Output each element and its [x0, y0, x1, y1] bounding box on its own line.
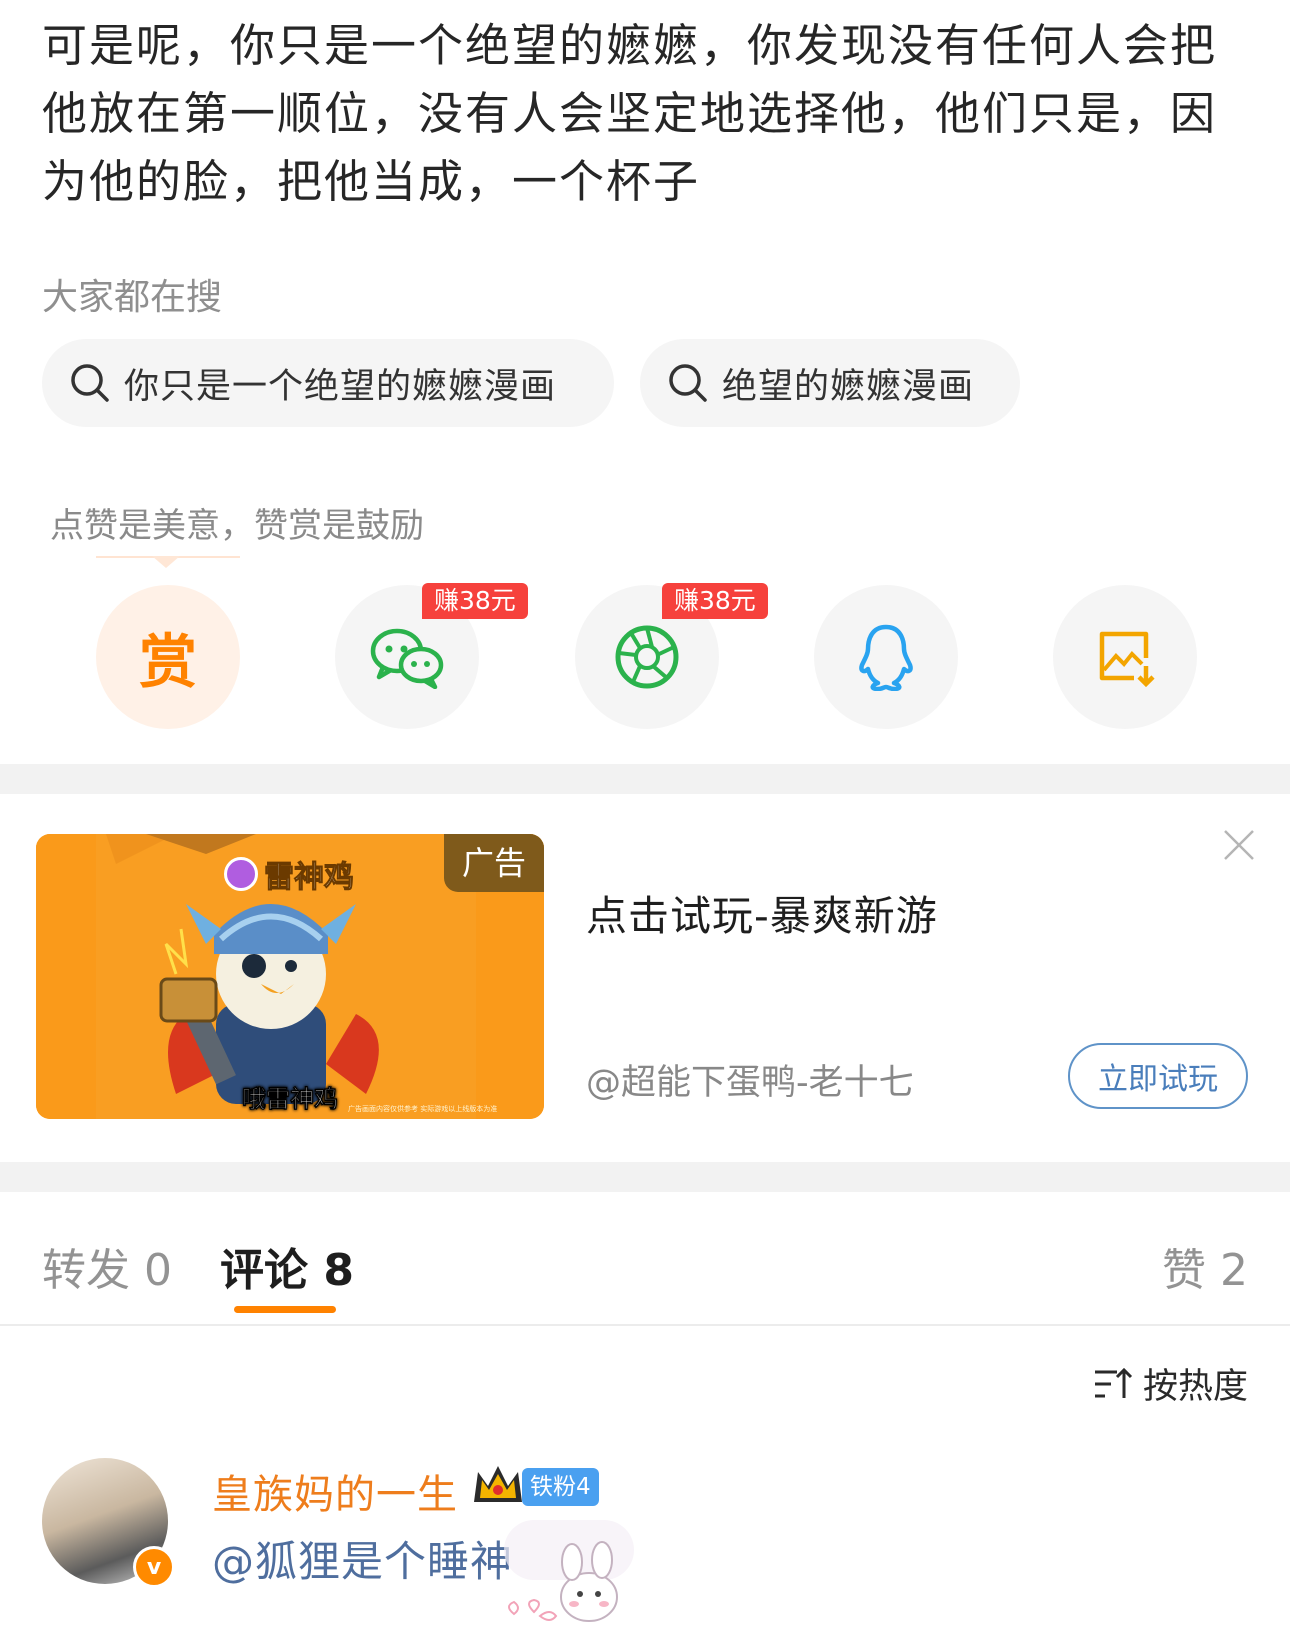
verified-badge-icon: v	[133, 1546, 175, 1588]
ad-image[interactable]: 雷神鸡 广告 哦雷神鸡 广告画面内容仅供参考 实际游戏以上线版本为准	[36, 834, 544, 1119]
save-image-button[interactable]	[1053, 585, 1197, 729]
section-separator	[0, 1162, 1290, 1192]
search-chip-2[interactable]: 绝望的嬷嬷漫画	[640, 339, 1020, 427]
search-icon	[71, 364, 109, 402]
crown-icon	[474, 1466, 522, 1502]
ad-play-button[interactable]: 立即试玩	[1068, 1043, 1248, 1109]
ad-tag: 广告	[444, 834, 544, 892]
comment-text[interactable]: @狐狸是个睡神	[212, 1528, 513, 1589]
search-icon	[669, 364, 707, 402]
hint-arrow	[152, 556, 180, 568]
tabs-divider	[0, 1324, 1290, 1326]
ad-brand: 雷神鸡	[224, 852, 355, 896]
reward-hint: 点赞是美意，赞赏是鼓励	[50, 506, 424, 546]
qq-penguin-icon	[859, 624, 913, 691]
tab-like[interactable]: 赞 2	[1162, 1234, 1248, 1298]
search-chip-label: 绝望的嬷嬷漫画	[722, 366, 975, 407]
sort-button[interactable]: 按热度	[1093, 1358, 1248, 1409]
bunny-sticker-icon	[504, 1520, 634, 1622]
trending-search-heading: 大家都在搜	[42, 277, 223, 318]
camera-aperture-icon	[615, 625, 679, 689]
ad-title[interactable]: 点击试玩-暴爽新游	[586, 882, 938, 942]
fan-level-badge: 铁粉4	[522, 1468, 599, 1506]
tab-repost[interactable]: 转发 0	[42, 1234, 172, 1298]
active-tab-indicator	[234, 1306, 336, 1313]
share-qq-button[interactable]	[814, 585, 958, 729]
ad-fineprint: 广告画面内容仅供参考 实际游戏以上线版本为准	[348, 1105, 498, 1113]
search-chip-label: 你只是一个绝望的嬷嬷漫画	[124, 366, 557, 407]
sort-label: 按热度	[1142, 1367, 1248, 1407]
search-chip-1[interactable]: 你只是一个绝望的嬷嬷漫画	[42, 339, 614, 427]
wechat-icon	[370, 628, 444, 689]
ad-brand-name: 雷神鸡	[264, 860, 355, 896]
post-text: 可是呢，你只是一个绝望的嬷嬷，你发现没有任何人会把他放在第一顺位，没有人会坚定地…	[42, 19, 1218, 208]
save-image-icon	[1099, 631, 1155, 688]
comment-username[interactable]: 皇族妈的一生	[212, 1462, 458, 1520]
reward-button[interactable]: 赏	[96, 585, 240, 729]
ad-source[interactable]: @超能下蛋鸭-老十七	[586, 1054, 914, 1105]
game-logo-icon	[224, 857, 258, 891]
close-icon[interactable]	[1222, 828, 1256, 862]
reward-icon: 赏	[138, 628, 197, 696]
sort-icon	[1094, 1367, 1133, 1398]
ad-caption: 哦雷神鸡	[242, 1085, 339, 1114]
earn-badge: 赚38元	[422, 583, 528, 619]
earn-badge: 赚38元	[662, 583, 768, 619]
tab-comment[interactable]: 评论 8	[220, 1234, 354, 1298]
section-separator	[0, 764, 1290, 794]
